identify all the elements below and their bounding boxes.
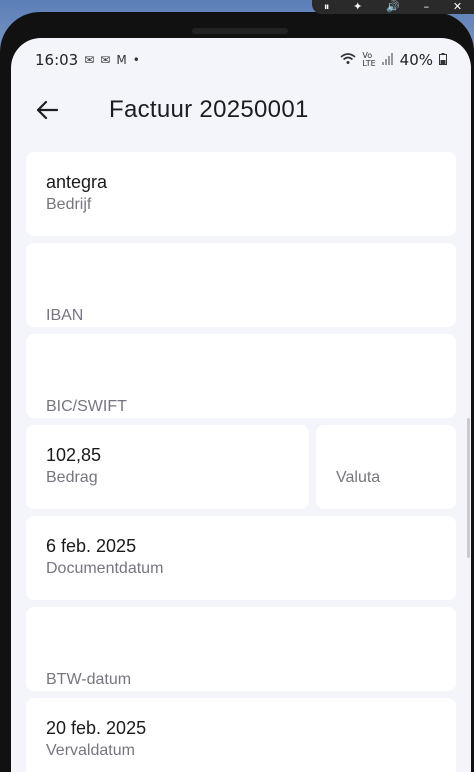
company-value: antegra: [46, 172, 108, 192]
arrow-left-icon: [36, 100, 58, 120]
amount-field[interactable]: 102,85 Bedrag: [26, 425, 309, 509]
bic-value: [46, 352, 436, 376]
currency-label: Valuta: [336, 469, 381, 486]
due-date-value: 20 feb. 2025: [46, 718, 147, 738]
status-time: 16:03: [35, 51, 79, 69]
status-bar: 16:03 ✉ ✉ M • Vo LTE 40%: [11, 38, 471, 82]
mail-icon: ✉: [100, 53, 111, 67]
due-date-field[interactable]: 20 feb. 2025 Vervaldatum: [26, 698, 456, 772]
mail-icon: ✉: [84, 53, 95, 67]
back-button[interactable]: [23, 86, 71, 134]
phone-frame: 16:03 ✉ ✉ M • Vo LTE 40% Factuur 2025000…: [0, 12, 474, 772]
iban-field[interactable]: IBAN: [26, 243, 456, 327]
screen: 16:03 ✉ ✉ M • Vo LTE 40% Factuur 2025000…: [11, 38, 471, 772]
pause-icon[interactable]: ⏸: [324, 0, 330, 14]
currency-field[interactable]: Valuta: [316, 425, 456, 509]
amount-value: 102,85: [46, 445, 102, 465]
amount-label: Bedrag: [46, 469, 98, 486]
amount-row: 102,85 Bedrag Valuta: [26, 425, 456, 509]
minimize-icon[interactable]: –: [424, 0, 430, 14]
speaker: [192, 28, 288, 34]
document-date-label: Documentdatum: [46, 560, 164, 577]
signal-icon: [381, 52, 394, 68]
pin-icon[interactable]: ✦: [353, 0, 362, 14]
screen-mirror-toolbar: ⏸ ✦ 🔊 – ✕: [312, 0, 474, 14]
close-icon[interactable]: ✕: [453, 0, 462, 14]
iban-label: IBAN: [46, 307, 84, 324]
due-date-label: Vervaldatum: [46, 742, 135, 759]
battery-icon: [439, 52, 447, 68]
scrollbar[interactable]: [467, 418, 470, 558]
document-date-value: 6 feb. 2025: [46, 536, 137, 556]
volume-icon[interactable]: 🔊: [386, 0, 400, 14]
bic-field[interactable]: BIC/SWIFT: [26, 334, 456, 418]
currency-value: [336, 443, 436, 467]
bic-label: BIC/SWIFT: [46, 398, 127, 415]
company-label: Bedrijf: [46, 196, 92, 213]
iban-value: [46, 261, 436, 285]
gmail-icon: M: [116, 53, 127, 67]
vat-date-label: BTW-datum: [46, 671, 132, 688]
document-date-field[interactable]: 6 feb. 2025 Documentdatum: [26, 516, 456, 600]
app-bar: Factuur 20250001: [11, 82, 471, 138]
vat-date-value: [46, 625, 436, 649]
battery-percent: 40%: [399, 51, 433, 69]
dot-icon: •: [132, 53, 140, 67]
page-title: Factuur 20250001: [109, 96, 309, 123]
company-field[interactable]: antegra Bedrijf: [26, 152, 456, 236]
wifi-icon: [340, 52, 356, 68]
invoice-form: antegra Bedrijf IBAN BIC/SWIFT 102,85 Be…: [26, 152, 456, 772]
lte-icon: Vo LTE: [362, 51, 376, 68]
vat-date-field[interactable]: BTW-datum: [26, 607, 456, 691]
